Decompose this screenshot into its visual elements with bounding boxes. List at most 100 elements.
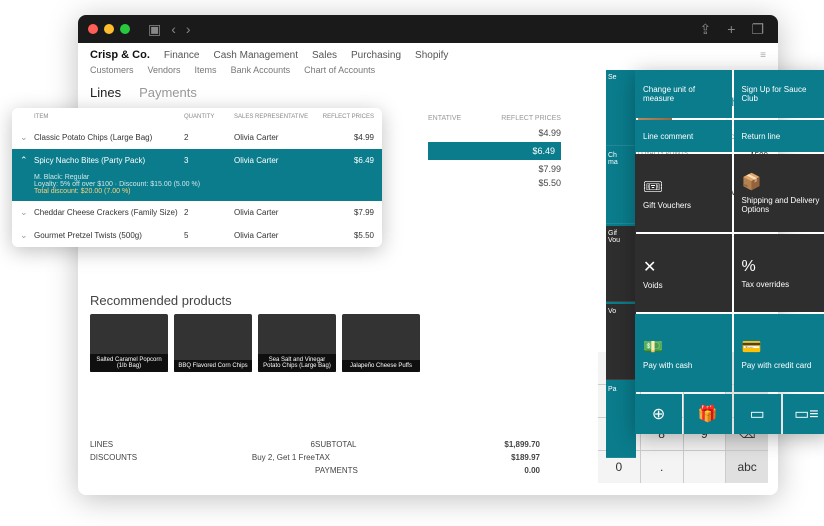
tile-line-comment[interactable]: Line comment: [635, 120, 732, 152]
plus-icon[interactable]: +: [723, 21, 739, 38]
close-dot[interactable]: [88, 24, 98, 34]
back-icon[interactable]: ‹: [167, 21, 180, 38]
nav-shopify[interactable]: Shopify: [415, 50, 448, 61]
tab-lines[interactable]: Lines: [90, 85, 121, 100]
line-price: $4.99: [314, 133, 374, 142]
chevron-up-icon[interactable]: ⌃: [20, 155, 34, 166]
sub-l2: Loyalty: 5% off over $100 · Discount: $1…: [34, 181, 360, 188]
line-row-detail: M. Black: Regular Loyalty: 5% off over $…: [12, 172, 382, 201]
brand[interactable]: Crisp & Co.: [90, 49, 150, 61]
mini-coins-icon[interactable]: ⊕: [635, 394, 682, 434]
box-icon: 📦: [742, 172, 823, 192]
subnav-items[interactable]: Items: [195, 65, 217, 75]
line-row[interactable]: ⌄ Classic Potato Chips (Large Bag) 2 Oli…: [12, 126, 382, 149]
strip-item[interactable]: Se: [606, 70, 636, 146]
tile-label: Return line: [742, 132, 823, 141]
sub-l: SUBTOTAL: [315, 440, 357, 449]
tile-change-unit[interactable]: Change unit of measure: [635, 70, 732, 118]
disc-l: DISCOUNTS: [90, 453, 137, 462]
tab-payments[interactable]: Payments: [139, 85, 197, 100]
copy-icon[interactable]: ❐: [747, 21, 768, 38]
chevron-down-icon[interactable]: ⌄: [20, 132, 34, 143]
rec-label: Salted Caramel Popcorn (1lb Bag): [90, 354, 168, 372]
forward-icon[interactable]: ›: [182, 21, 195, 38]
line-qty: 2: [184, 208, 234, 217]
rec-card[interactable]: Salted Caramel Popcorn (1lb Bag): [90, 314, 168, 372]
strip-item[interactable]: Chma: [606, 148, 636, 224]
rec-label: Sea Salt and Vinegar Potato Chips (Large…: [258, 354, 336, 372]
mini-gift-icon[interactable]: 🎁: [684, 394, 731, 434]
mini-loyalty-icon[interactable]: ▭: [734, 394, 781, 434]
nav-sales[interactable]: Sales: [312, 50, 337, 61]
hdr-qty: QUANTITY: [184, 114, 234, 120]
subnav-coa[interactable]: Chart of Accounts: [304, 65, 375, 75]
recommended: Recommended products Salted Caramel Popc…: [90, 293, 430, 372]
tile-sauce-club[interactable]: Sign Up for Sauce Club: [734, 70, 824, 118]
teal-side-strip: Se Chma GifVou Vo Pa: [606, 70, 636, 458]
line-row-selected[interactable]: ⌃ Spicy Nacho Bites (Party Pack) 3 Olivi…: [12, 149, 382, 172]
subnav-customers[interactable]: Customers: [90, 65, 134, 75]
key-abc[interactable]: abc: [726, 451, 768, 483]
mid-hdr-price: REFLECT PRICES: [501, 115, 561, 122]
mid-hdr-rep: ENTATIVE: [428, 115, 461, 122]
mid-v2: $6.49: [428, 142, 561, 160]
rec-label: Jalapeño Cheese Puffs: [342, 360, 420, 372]
line-qty: 2: [184, 133, 234, 142]
line-row[interactable]: ⌄ Gourmet Pretzel Twists (500g) 5 Olivia…: [12, 224, 382, 247]
line-name: Cheddar Cheese Crackers (Family Size): [34, 208, 184, 217]
strip-item[interactable]: Pa: [606, 382, 636, 458]
tile-label: Pay with cash: [643, 361, 724, 370]
tile-gift-vouchers[interactable]: 🎟Gift Vouchers: [635, 154, 732, 232]
percent-icon: %: [742, 258, 823, 276]
totals: LINES6 SUBTOTAL$1,899.70 DISCOUNTSBuy 2,…: [90, 438, 540, 477]
rec-card[interactable]: Sea Salt and Vinegar Potato Chips (Large…: [258, 314, 336, 372]
tile-voids[interactable]: ✕Voids: [635, 234, 732, 312]
subnav-vendors[interactable]: Vendors: [148, 65, 181, 75]
mid-v4: $5.50: [428, 178, 561, 188]
sub-v: $1,899.70: [504, 440, 540, 449]
mid-v3: $7.99: [428, 164, 561, 174]
line-qty: 3: [184, 156, 234, 165]
rec-card[interactable]: Jalapeño Cheese Puffs: [342, 314, 420, 372]
nav-purchasing[interactable]: Purchasing: [351, 50, 401, 61]
strip-item[interactable]: GifVou: [606, 226, 636, 302]
tile-pay-card[interactable]: 💳Pay with credit card: [734, 314, 824, 392]
strip-item[interactable]: Vo: [606, 304, 636, 380]
nav-finance[interactable]: Finance: [164, 50, 200, 61]
tile-label: Sign Up for Sauce Club: [742, 85, 823, 103]
tile-tax-overrides[interactable]: %Tax overrides: [734, 234, 824, 312]
share-icon[interactable]: ⇪: [696, 21, 716, 38]
chevron-down-icon[interactable]: ⌄: [20, 207, 34, 218]
subnav-bank[interactable]: Bank Accounts: [231, 65, 291, 75]
x-icon: ✕: [643, 257, 724, 277]
tax-v: $189.97: [511, 453, 540, 462]
line-row[interactable]: ⌄ Cheddar Cheese Crackers (Family Size) …: [12, 201, 382, 224]
key-dot[interactable]: .: [641, 451, 683, 483]
max-dot[interactable]: [120, 24, 130, 34]
mid-prices: ENTATIVE REFLECT PRICES $4.99 $6.49 $7.9…: [428, 115, 561, 192]
rec-label: BBQ Flavored Corn Chips: [174, 360, 252, 372]
cash-icon: 💵: [643, 337, 724, 357]
rec-card[interactable]: BBQ Flavored Corn Chips: [174, 314, 252, 372]
lines-l: LINES: [90, 440, 113, 449]
line-rep: Olivia Carter: [234, 133, 314, 142]
sidebar-icon[interactable]: ▣: [144, 21, 165, 38]
sub-l1: M. Black: Regular: [34, 174, 360, 181]
hdr-rep: SALES REPRESENTATIVE: [234, 114, 314, 120]
tile-shipping[interactable]: 📦Shipping and Delivery Options: [734, 154, 824, 232]
tile-pay-cash[interactable]: 💵 Pay with cash: [635, 314, 732, 392]
min-dot[interactable]: [104, 24, 114, 34]
action-tiles: Change unit of measure Sign Up for Sauce…: [635, 70, 824, 434]
line-rep: Olivia Carter: [234, 231, 314, 240]
line-name: Spicy Nacho Bites (Party Pack): [34, 156, 184, 165]
chevron-down-icon[interactable]: ⌄: [20, 230, 34, 241]
mid-v1: $4.99: [428, 128, 561, 138]
card-icon: 💳: [742, 337, 823, 357]
tile-return-line[interactable]: Return line: [734, 120, 824, 152]
nav-more-icon[interactable]: ≡: [760, 50, 766, 61]
key-blank[interactable]: [684, 451, 726, 483]
line-qty: 5: [184, 231, 234, 240]
pay-v: 0.00: [524, 466, 540, 475]
nav-cash[interactable]: Cash Management: [213, 50, 298, 61]
mini-id-icon[interactable]: ▭≡: [783, 394, 824, 434]
